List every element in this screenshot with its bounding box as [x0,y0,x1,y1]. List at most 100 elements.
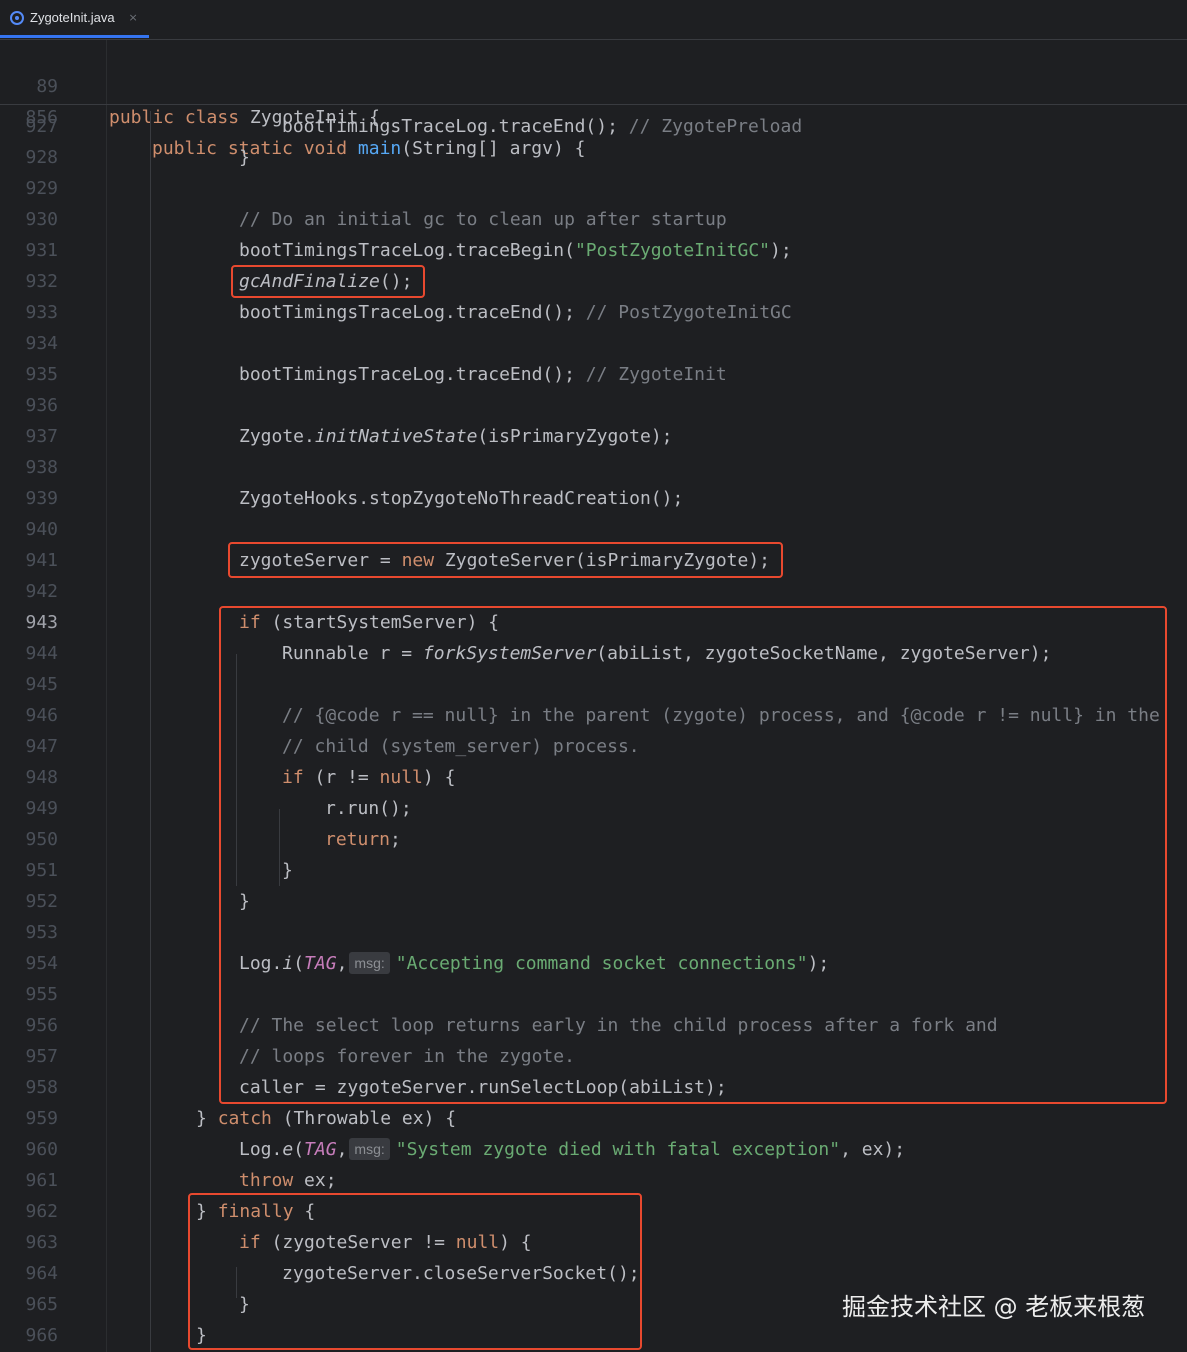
code-token: bootTimingsTraceLog.traceBegin( [239,240,575,261]
line-number: 927 [25,116,58,137]
code-text: bootTimingsTraceLog.traceEnd(); // PostZ… [239,297,792,328]
code-line[interactable]: 934 [0,328,1187,359]
comment-token: // ZygoteInit [585,364,727,385]
code-text: ZygoteHooks.stopZygoteNoThreadCreation()… [239,483,683,514]
code-line[interactable]: 942 [0,576,1187,607]
code-token: bootTimingsTraceLog.traceEnd(); [282,116,618,137]
editor-tab-bar: ZygoteInit.java × [0,0,1187,40]
line-number: 956 [25,1015,58,1036]
code-token: } [239,147,250,168]
line-number: 964 [25,1263,58,1284]
code-line[interactable]: 939 ZygoteHooks.stopZygoteNoThreadCreatio… [0,483,1187,514]
sticky-line-main[interactable]: 856 public static void main(String[] arg… [0,71,1187,159]
line-number: 945 [25,674,58,695]
code-line[interactable]: 938 [0,452,1187,483]
sticky-line-class[interactable]: 89 public class ZygoteInit { [0,40,1187,128]
line-number: 937 [25,426,58,447]
line-number: 936 [25,395,58,416]
tab-zygoteinit-java[interactable]: ZygoteInit.java × [0,0,149,38]
line-number: 966 [25,1325,58,1346]
line-number: 929 [25,178,58,199]
line-number: 940 [25,519,58,540]
code-token: ZygoteHooks.stopZygoteNoThreadCreation()… [239,488,684,509]
line-number: 951 [25,860,58,881]
line-number: 931 [25,240,58,261]
code-line[interactable]: 935 bootTimingsTraceLog.traceEnd(); // Zy… [0,359,1187,390]
constant-token: TAG [304,1139,337,1160]
code-line[interactable]: 960 Log.e(TAG, msg: "System zygote died wit… [0,1134,1187,1165]
code-token: (Throwable ex) { [271,1108,457,1129]
line-number: 963 [25,1232,58,1253]
line-number: 939 [25,488,58,509]
code-token: ); [770,240,792,261]
comment-token: // PostZygoteInitGC [585,302,792,323]
code-line[interactable]: 933 bootTimingsTraceLog.traceEnd(); // Po… [0,297,1187,328]
line-number: 965 [25,1294,58,1315]
line-number: 954 [25,953,58,974]
code-line[interactable]: 959} catch (Throwable ex) { [0,1103,1187,1134]
line-number: 946 [25,705,58,726]
code-text: } [239,142,250,173]
line-number: 938 [25,457,58,478]
code-line[interactable]: 937 Zygote.initNativeState(isPrimaryZygot… [0,421,1187,452]
highlight-box-start-system-server [219,606,1167,1104]
code-line[interactable]: 928} [0,142,1187,173]
line-number: 947 [25,736,58,757]
code-line[interactable]: 927 bootTimingsTraceLog.traceEnd(); // Zy… [0,111,1187,142]
keyword-token: catch [217,1108,272,1129]
line-number: 958 [25,1077,58,1098]
highlight-box-zygoteserver [228,542,783,578]
line-number: 948 [25,767,58,788]
tab-label: ZygoteInit.java [30,10,115,25]
line-number: 933 [25,302,58,323]
line-number: 959 [25,1108,58,1129]
close-icon[interactable]: × [129,11,138,24]
code-token: , ex); [840,1139,906,1160]
code-token: bootTimingsTraceLog.traceEnd(); [239,302,575,323]
line-number: 955 [25,984,58,1005]
code-text: bootTimingsTraceLog.traceEnd(); // Zygot… [282,111,802,142]
code-line[interactable]: 930 // Do an initial gc to clean up after… [0,204,1187,235]
code-line[interactable]: 932 gcAndFinalize(); [0,266,1187,297]
string-token: "System zygote died with fatal exception… [395,1139,841,1160]
line-number: 950 [25,829,58,850]
line-number: 961 [25,1170,58,1191]
indent-guide [150,111,151,1352]
parameter-hint: msg: [349,1138,390,1160]
comment-token: // ZygotePreload [628,116,803,137]
method-token: e [282,1139,294,1160]
highlight-box-gcandfinalize [231,265,425,298]
code-line[interactable]: 940 [0,514,1187,545]
code-token: ex; [293,1170,337,1191]
line-number: 949 [25,798,58,819]
watermark: 掘金技术社区 @ 老板来根葱 [842,1293,1146,1321]
code-editor[interactable]: 89 public class ZygoteInit { 856 public … [0,40,1187,1352]
code-text: Zygote.initNativeState(isPrimaryZygote); [239,421,673,452]
java-class-icon [10,10,24,25]
line-number: 941 [25,550,58,571]
method-token: initNativeState [314,426,478,447]
code-token: bootTimingsTraceLog.traceEnd(); [239,364,575,385]
code-line[interactable]: 931 bootTimingsTraceLog.traceBegin("PostZ… [0,235,1187,266]
line-number: 935 [25,364,58,385]
string-token: "PostZygoteInitGC" [574,240,771,261]
line-number: 962 [25,1201,58,1222]
code-line[interactable]: 929 [0,173,1187,204]
line-number: 932 [25,271,58,292]
line-number: 960 [25,1139,58,1160]
line-number: 953 [25,922,58,943]
code-line[interactable]: 961 throw ex; [0,1165,1187,1196]
code-line[interactable]: 936 [0,390,1187,421]
line-number: 944 [25,643,58,664]
code-token: } [196,1108,218,1129]
sticky-header-separator [0,104,1187,105]
code-token: Log. [239,1139,283,1160]
code-token: Zygote. [239,426,315,447]
code-text: } catch (Throwable ex) { [196,1103,456,1134]
line-number: 952 [25,891,58,912]
line-number: 930 [25,209,58,230]
code-text: bootTimingsTraceLog.traceEnd(); // Zygot… [239,359,727,390]
code-text: throw ex; [239,1165,337,1196]
